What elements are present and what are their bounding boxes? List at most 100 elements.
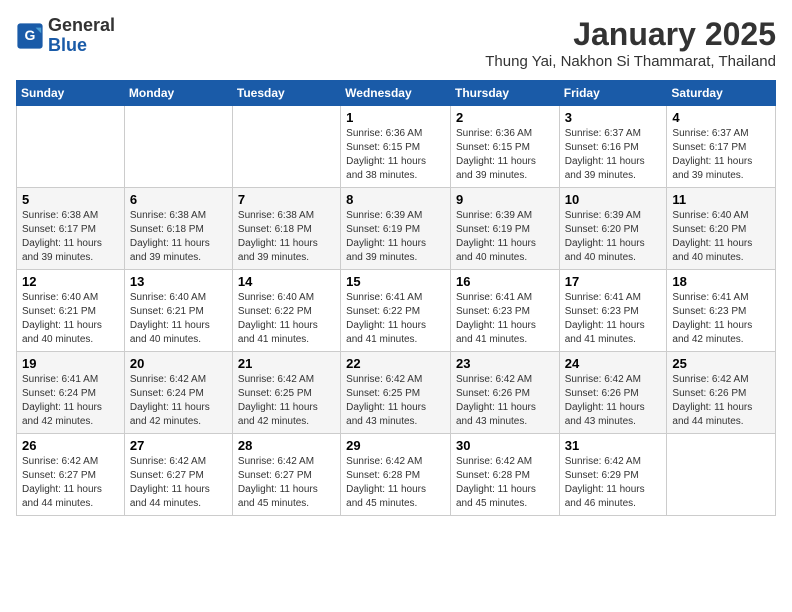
day-info: Sunrise: 6:42 AM Sunset: 6:26 PM Dayligh… bbox=[672, 373, 770, 429]
calendar-cell: 27Sunrise: 6:42 AM Sunset: 6:27 PM Dayli… bbox=[124, 434, 232, 516]
day-number: 24 bbox=[565, 356, 662, 371]
calendar-cell: 2 Sunrise: 6:36 AM Sunset: 6:15 PM Daylig… bbox=[450, 106, 559, 188]
calendar-cell: 11 Sunrise: 6:40 AM Sunset: 6:20 PM Dayli… bbox=[667, 188, 776, 270]
calendar-cell: 1Sunrise: 6:36 AM Sunset: 6:15 PM Daylig… bbox=[341, 106, 451, 188]
calendar-table: SundayMondayTuesdayWednesdayThursdayFrid… bbox=[16, 80, 776, 516]
title-block: January 2025 Thung Yai, Nakhon Si Thamma… bbox=[485, 16, 776, 70]
calendar-title: January 2025 bbox=[485, 16, 776, 53]
day-info: Sunrise: 6:40 AM Sunset: 6:20 PM Dayligh… bbox=[672, 209, 770, 265]
day-info: Sunrise: 6:36 AM Sunset: 6:15 PM Dayligh… bbox=[456, 127, 554, 183]
day-number: 26 bbox=[22, 438, 119, 453]
day-info: Sunrise: 6:42 AM Sunset: 6:27 PM Dayligh… bbox=[130, 455, 227, 511]
day-number: 2 bbox=[456, 110, 554, 125]
header-cell-tuesday: Tuesday bbox=[232, 81, 340, 106]
day-info: Sunrise: 6:42 AM Sunset: 6:25 PM Dayligh… bbox=[346, 373, 445, 429]
day-info: Sunrise: 6:42 AM Sunset: 6:28 PM Dayligh… bbox=[456, 455, 554, 511]
calendar-cell: 13 Sunrise: 6:40 AM Sunset: 6:21 PM Dayli… bbox=[124, 270, 232, 352]
day-info: Sunrise: 6:42 AM Sunset: 6:27 PM Dayligh… bbox=[22, 455, 119, 511]
calendar-cell: 23 Sunrise: 6:42 AM Sunset: 6:26 PM Dayli… bbox=[450, 352, 559, 434]
logo-blue-text: Blue bbox=[48, 35, 87, 55]
calendar-cell: 12 Sunrise: 6:40 AM Sunset: 6:21 PM Dayli… bbox=[17, 270, 125, 352]
calendar-week-5: 26 Sunrise: 6:42 AM Sunset: 6:27 PM Dayli… bbox=[17, 434, 776, 516]
day-number: 11 bbox=[672, 192, 770, 207]
calendar-cell: 9 Sunrise: 6:39 AM Sunset: 6:19 PM Daylig… bbox=[450, 188, 559, 270]
day-info: Sunrise: 6:42 AM Sunset: 6:26 PM Dayligh… bbox=[565, 373, 662, 429]
day-info: Sunrise: 6:41 AM Sunset: 6:23 PM Dayligh… bbox=[565, 291, 662, 347]
calendar-cell: 7 Sunrise: 6:38 AM Sunset: 6:18 PM Daylig… bbox=[232, 188, 340, 270]
calendar-cell: 17 Sunrise: 6:41 AM Sunset: 6:23 PM Dayli… bbox=[559, 270, 667, 352]
day-number: 29 bbox=[346, 438, 445, 453]
day-number: 7 bbox=[238, 192, 335, 207]
day-info: Sunrise: 6:38 AM Sunset: 6:18 PM Dayligh… bbox=[130, 209, 227, 265]
calendar-cell: 26 Sunrise: 6:42 AM Sunset: 6:27 PM Dayli… bbox=[17, 434, 125, 516]
calendar-header: SundayMondayTuesdayWednesdayThursdayFrid… bbox=[17, 81, 776, 106]
calendar-week-2: 5 Sunrise: 6:38 AM Sunset: 6:17 PM Daylig… bbox=[17, 188, 776, 270]
day-number: 30 bbox=[456, 438, 554, 453]
day-number: 22 bbox=[346, 356, 445, 371]
day-info: Sunrise: 6:39 AM Sunset: 6:20 PM Dayligh… bbox=[565, 209, 662, 265]
logo-icon: G bbox=[16, 22, 44, 50]
header-cell-wednesday: Wednesday bbox=[341, 81, 451, 106]
calendar-cell: 5 Sunrise: 6:38 AM Sunset: 6:17 PM Daylig… bbox=[17, 188, 125, 270]
calendar-subtitle: Thung Yai, Nakhon Si Thammarat, Thailand bbox=[485, 53, 776, 70]
day-number: 19 bbox=[22, 356, 119, 371]
calendar-cell: 30 Sunrise: 6:42 AM Sunset: 6:28 PM Dayli… bbox=[450, 434, 559, 516]
day-info: Sunrise: 6:42 AM Sunset: 6:26 PM Dayligh… bbox=[456, 373, 554, 429]
calendar-cell: 31 Sunrise: 6:42 AM Sunset: 6:29 PM Dayli… bbox=[559, 434, 667, 516]
calendar-body: 1 Sunrise: 6:36 AM Sunset: 6:15 PM Daylig… bbox=[17, 106, 776, 516]
day-info: Sunrise: 6:38 AM Sunset: 6:18 PM Dayligh… bbox=[238, 209, 335, 265]
calendar-cell: 14 Sunrise: 6:40 AM Sunset: 6:22 PM Dayli… bbox=[232, 270, 340, 352]
day-info: Sunrise: 6:42 AM Sunset: 6:24 PM Dayligh… bbox=[130, 373, 227, 429]
calendar-cell: 6 Sunrise: 6:38 AM Sunset: 6:18 PM Daylig… bbox=[124, 188, 232, 270]
calendar-cell: 25 Sunrise: 6:42 AM Sunset: 6:26 PM Dayli… bbox=[667, 352, 776, 434]
day-number: 3 bbox=[565, 110, 662, 125]
day-info: Sunrise: 6:41 AM Sunset: 6:22 PM Dayligh… bbox=[346, 291, 445, 347]
day-info: Sunrise: 6:42 AM Sunset: 6:25 PM Dayligh… bbox=[238, 373, 335, 429]
calendar-cell: 4Sunrise: 6:37 AM Sunset: 6:17 PM Daylig… bbox=[667, 106, 776, 188]
calendar-cell: 19 Sunrise: 6:41 AM Sunset: 6:24 PM Dayli… bbox=[17, 352, 125, 434]
calendar-week-4: 19 Sunrise: 6:41 AM Sunset: 6:24 PM Dayli… bbox=[17, 352, 776, 434]
day-info: Sunrise: 6:41 AM Sunset: 6:24 PM Dayligh… bbox=[22, 373, 119, 429]
day-info: Sunrise: 6:40 AM Sunset: 6:22 PM Dayligh… bbox=[238, 291, 335, 347]
day-info: Sunrise: 6:42 AM Sunset: 6:29 PM Dayligh… bbox=[565, 455, 662, 511]
calendar-cell: 24 Sunrise: 6:42 AM Sunset: 6:26 PM Dayli… bbox=[559, 352, 667, 434]
calendar-cell: 20 Sunrise: 6:42 AM Sunset: 6:24 PM Dayli… bbox=[124, 352, 232, 434]
day-info: Sunrise: 6:39 AM Sunset: 6:19 PM Dayligh… bbox=[456, 209, 554, 265]
day-number: 1 bbox=[346, 110, 445, 125]
day-info: Sunrise: 6:37 AM Sunset: 6:16 PM Dayligh… bbox=[565, 127, 662, 183]
day-number: 8 bbox=[346, 192, 445, 207]
day-number: 14 bbox=[238, 274, 335, 289]
day-info: Sunrise: 6:42 AM Sunset: 6:28 PM Dayligh… bbox=[346, 455, 445, 511]
calendar-cell: 15 Sunrise: 6:41 AM Sunset: 6:22 PM Dayli… bbox=[341, 270, 451, 352]
day-info: Sunrise: 6:41 AM Sunset: 6:23 PM Dayligh… bbox=[672, 291, 770, 347]
day-number: 6 bbox=[130, 192, 227, 207]
calendar-cell bbox=[667, 434, 776, 516]
header-cell-saturday: Saturday bbox=[667, 81, 776, 106]
day-info: Sunrise: 6:40 AM Sunset: 6:21 PM Dayligh… bbox=[22, 291, 119, 347]
day-info: Sunrise: 6:40 AM Sunset: 6:21 PM Dayligh… bbox=[130, 291, 227, 347]
day-number: 18 bbox=[672, 274, 770, 289]
day-info: Sunrise: 6:39 AM Sunset: 6:19 PM Dayligh… bbox=[346, 209, 445, 265]
day-number: 25 bbox=[672, 356, 770, 371]
day-info: Sunrise: 6:42 AM Sunset: 6:27 PM Dayligh… bbox=[238, 455, 335, 511]
calendar-cell: 3 Sunrise: 6:37 AM Sunset: 6:16 PM Daylig… bbox=[559, 106, 667, 188]
day-number: 12 bbox=[22, 274, 119, 289]
calendar-week-1: 1 Sunrise: 6:36 AM Sunset: 6:15 PM Daylig… bbox=[17, 106, 776, 188]
header-cell-friday: Friday bbox=[559, 81, 667, 106]
day-info: Sunrise: 6:38 AM Sunset: 6:17 PM Dayligh… bbox=[22, 209, 119, 265]
day-number: 9 bbox=[456, 192, 554, 207]
svg-text:G: G bbox=[25, 27, 36, 43]
day-number: 15 bbox=[346, 274, 445, 289]
calendar-cell bbox=[17, 106, 125, 188]
day-number: 5 bbox=[22, 192, 119, 207]
day-number: 20 bbox=[130, 356, 227, 371]
day-number: 17 bbox=[565, 274, 662, 289]
day-number: 28 bbox=[238, 438, 335, 453]
day-number: 13 bbox=[130, 274, 227, 289]
calendar-cell: 22 Sunrise: 6:42 AM Sunset: 6:25 PM Dayli… bbox=[341, 352, 451, 434]
day-number: 23 bbox=[456, 356, 554, 371]
calendar-cell: 18 Sunrise: 6:41 AM Sunset: 6:23 PM Dayli… bbox=[667, 270, 776, 352]
calendar-week-3: 12 Sunrise: 6:40 AM Sunset: 6:21 PM Dayli… bbox=[17, 270, 776, 352]
day-number: 31 bbox=[565, 438, 662, 453]
calendar-cell: 16Sunrise: 6:41 AM Sunset: 6:23 PM Dayli… bbox=[450, 270, 559, 352]
